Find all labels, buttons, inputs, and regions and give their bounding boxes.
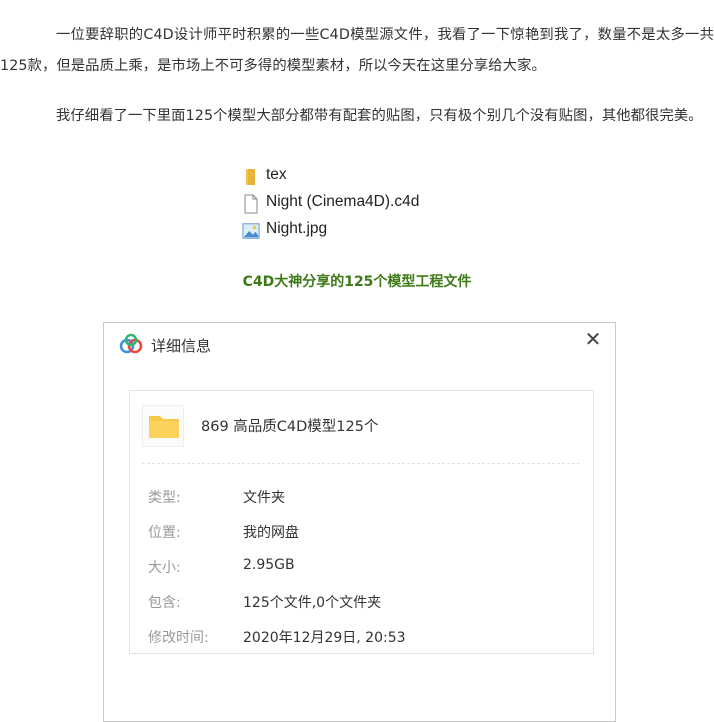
file-row-jpg[interactable]: Night.jpg [240, 217, 520, 244]
info-row-location: 位置: 我的网盘 [148, 522, 568, 542]
contains-value: 125个文件,0个文件夹 [243, 595, 382, 611]
file-name: tex [266, 166, 287, 183]
folder-thumbnail [142, 405, 184, 447]
contains-label: 包含: [148, 595, 181, 611]
info-row-contains: 包含: 125个文件,0个文件夹 [148, 592, 568, 612]
dialog-title: 详细信息 [151, 337, 212, 355]
type-value: 文件夹 [243, 490, 285, 506]
close-icon[interactable]: ✕ [583, 329, 603, 349]
file-row-tex[interactable]: tex [240, 163, 520, 190]
location-label: 位置: [148, 525, 181, 541]
article-paragraph-2: 我仔细看了一下里面125个模型大部分都带有配套的贴图，只有极个别几个没有贴图，其… [56, 108, 703, 124]
info-row-modified: 修改时间: 2020年12月29日, 20:53 [148, 627, 568, 647]
document-icon [244, 194, 258, 214]
folder-name: 869 高品质C4D模型125个 [201, 419, 379, 435]
folder-icon [149, 416, 179, 438]
info-row-size: 大小: 2.95GB [148, 557, 568, 577]
article-paragraph-1: 一位要辞职的C4D设计师平时积累的一些C4D模型源文件，我看了一下惊艳到我了，数… [0, 27, 714, 74]
size-value: 2.95GB [243, 557, 295, 573]
baidu-cloud-icon [119, 333, 143, 354]
modified-label: 修改时间: [148, 630, 209, 646]
modified-value: 2020年12月29日, 20:53 [243, 630, 406, 646]
file-row-c4d[interactable]: Night (Cinema4D).c4d [240, 190, 520, 217]
type-label: 类型: [148, 490, 181, 506]
info-row-type: 类型: 文件夹 [148, 487, 568, 507]
size-label: 大小: [148, 560, 181, 576]
details-dialog: 详细信息 ✕ 869 高品质C4D模型125个 类型: 文件夹 位置: 我的网盘… [103, 322, 616, 722]
file-name: Night.jpg [266, 220, 328, 237]
image-caption: C4D大神分享的125个模型工程文件 [242, 274, 472, 290]
image-file-icon [242, 223, 260, 239]
info-panel: 869 高品质C4D模型125个 类型: 文件夹 位置: 我的网盘 大小: 2.… [129, 390, 594, 654]
dialog-header: 详细信息 ✕ [104, 323, 615, 367]
file-name: Night (Cinema4D).c4d [266, 193, 420, 210]
folder-icon [246, 169, 255, 185]
location-value: 我的网盘 [243, 525, 299, 541]
file-list: tex Night (Cinema4D).c4d Night.jpg [240, 163, 520, 244]
divider [142, 463, 580, 464]
